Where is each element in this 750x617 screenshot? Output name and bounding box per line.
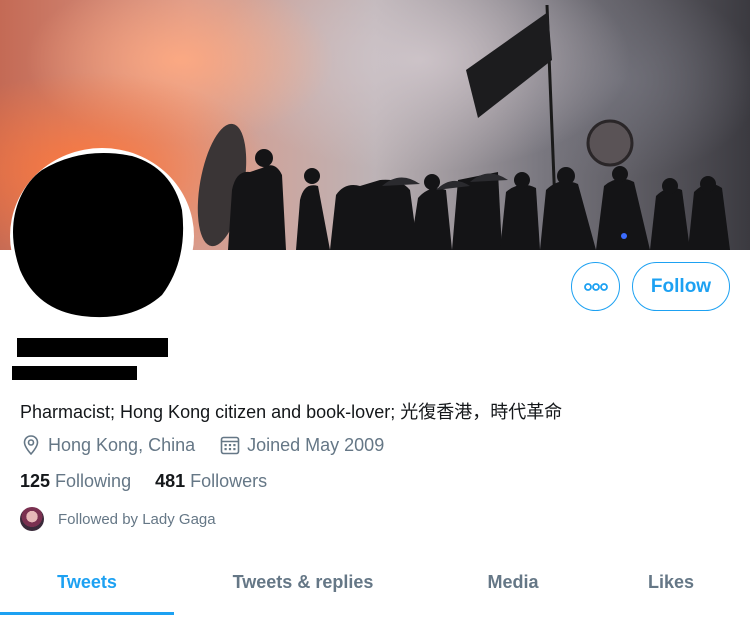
profile-joined-date: Joined May 2009: [247, 434, 385, 455]
following-label: Following: [55, 471, 132, 491]
follow-stats: 125 Following 481 Followers: [20, 471, 267, 492]
redacted-avatar: [13, 153, 184, 318]
map-pin-icon: [20, 434, 42, 456]
tab-tweets[interactable]: Tweets: [0, 572, 174, 593]
profile-meta: Hong Kong, China Joined May 2009: [20, 434, 384, 456]
follower-avatar: [20, 507, 44, 531]
follow-button[interactable]: Follow: [632, 262, 730, 311]
calendar-icon: [219, 434, 241, 456]
tab-likes[interactable]: Likes: [608, 572, 734, 593]
following-link[interactable]: 125 Following: [20, 471, 131, 492]
followers-link[interactable]: 481 Followers: [155, 471, 267, 492]
profile-bio: Pharmacist; Hong Kong citizen and book-l…: [20, 402, 563, 422]
more-options-button[interactable]: [571, 262, 620, 311]
followed-by-text: Followed by Lady Gaga: [58, 510, 216, 528]
following-count: 125: [20, 471, 51, 491]
followed-by-row[interactable]: Followed by Lady Gaga: [20, 507, 216, 531]
profile-tabs: Tweets Tweets & replies Media Likes: [0, 556, 750, 617]
profile-location: Hong Kong, China: [48, 434, 196, 455]
followers-count: 481: [155, 471, 186, 491]
followers-label: Followers: [190, 471, 268, 491]
tab-tweets-and-replies[interactable]: Tweets & replies: [204, 572, 402, 593]
more-options-icon: [583, 282, 608, 291]
redacted-display-name: [17, 338, 168, 357]
tab-media[interactable]: Media: [450, 572, 576, 593]
redacted-username: [12, 366, 137, 380]
active-tab-indicator: [0, 612, 174, 615]
